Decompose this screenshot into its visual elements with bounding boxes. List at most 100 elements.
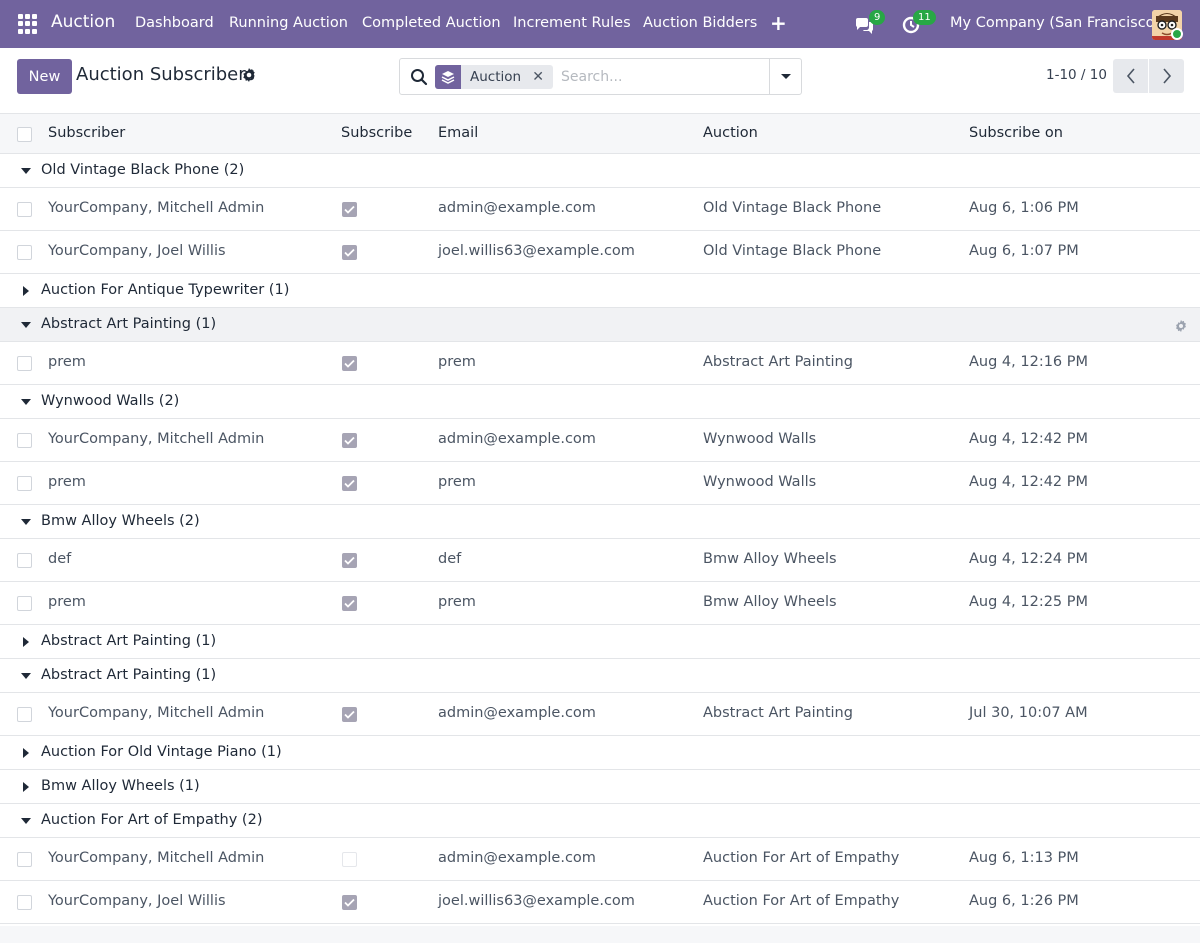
subscribe-checkbox-checked[interactable] bbox=[342, 895, 357, 910]
group-row[interactable]: Auction For Art of Empathy (2) bbox=[0, 804, 1200, 838]
row-select-checkbox[interactable] bbox=[17, 356, 32, 371]
facet-label: Auction bbox=[470, 69, 522, 85]
caret-right-icon bbox=[23, 637, 29, 647]
subscribe-on-cell: Aug 6, 1:07 PM bbox=[969, 243, 1079, 259]
subscribe-checkbox-unchecked[interactable] bbox=[342, 852, 357, 867]
row-select-checkbox[interactable] bbox=[17, 895, 32, 910]
caret-down-icon bbox=[21, 322, 31, 328]
app-grid-icon[interactable] bbox=[18, 14, 38, 34]
subscribe-checkbox-checked[interactable] bbox=[342, 356, 357, 371]
gear-icon[interactable] bbox=[1174, 318, 1188, 333]
table-row[interactable]: prem prem Abstract Art Painting Aug 4, 12:1… bbox=[0, 342, 1200, 385]
row-select-checkbox[interactable] bbox=[17, 707, 32, 722]
gear-icon[interactable] bbox=[241, 67, 257, 83]
activities-badge: 11 bbox=[913, 10, 936, 25]
caret-down-icon bbox=[21, 818, 31, 824]
column-subscriber[interactable]: Subscriber bbox=[48, 125, 125, 141]
column-subscribe[interactable]: Subscribe bbox=[341, 125, 412, 141]
auction-cell: Wynwood Walls bbox=[703, 474, 817, 490]
chevron-right-icon bbox=[1162, 68, 1171, 84]
table-row[interactable]: prem prem Bmw Alloy Wheels Aug 4, 12:25 PM bbox=[0, 582, 1200, 625]
table-row[interactable]: YourCompany, Mitchell Admin admin@example… bbox=[0, 838, 1200, 881]
email-cell: joel.willis63@example.com bbox=[438, 243, 635, 259]
group-row[interactable]: Bmw Alloy Wheels (2) bbox=[0, 505, 1200, 539]
table-row[interactable]: YourCompany, Joel Willis joel.willis63@ex… bbox=[0, 231, 1200, 274]
pager-previous-button[interactable] bbox=[1113, 59, 1148, 93]
check-icon bbox=[344, 556, 355, 565]
auction-cell: Old Vintage Black Phone bbox=[703, 200, 882, 216]
email-cell: admin@example.com bbox=[438, 431, 596, 447]
menu-completed-auction[interactable]: Completed Auction bbox=[362, 15, 501, 31]
group-row[interactable]: Old Vintage Black Phone (2) bbox=[0, 154, 1200, 188]
group-label: Old Vintage Black Phone (2) bbox=[41, 162, 245, 178]
subscriber-cell: YourCompany, Mitchell Admin bbox=[48, 431, 265, 447]
new-button[interactable]: New bbox=[17, 59, 72, 94]
subscribe-checkbox-checked[interactable] bbox=[342, 596, 357, 611]
table-row[interactable]: def def Bmw Alloy Wheels Aug 4, 12:24 PM bbox=[0, 539, 1200, 582]
auction-cell: Old Vintage Black Phone bbox=[703, 243, 882, 259]
table-row[interactable]: prem prem Wynwood Walls Aug 4, 12:42 PM bbox=[0, 462, 1200, 505]
app-brand[interactable]: Auction bbox=[51, 12, 115, 32]
column-auction[interactable]: Auction bbox=[703, 125, 758, 141]
menu-auction-bidders[interactable]: Auction Bidders bbox=[643, 15, 757, 31]
check-icon bbox=[344, 359, 355, 368]
select-all-checkbox[interactable] bbox=[17, 127, 32, 142]
pager-value[interactable]: 1-10 / 10 bbox=[1046, 67, 1107, 83]
email-cell: admin@example.com bbox=[438, 200, 596, 216]
group-row[interactable]: Wynwood Walls (2) bbox=[0, 385, 1200, 419]
search-input[interactable] bbox=[561, 65, 761, 89]
company-switcher[interactable]: My Company (San Francisco) bbox=[950, 15, 1160, 31]
subscribe-checkbox-checked[interactable] bbox=[342, 202, 357, 217]
group-label: Abstract Art Painting (1) bbox=[41, 667, 217, 683]
table-row[interactable]: YourCompany, Mitchell Admin admin@example… bbox=[0, 693, 1200, 736]
group-row[interactable]: Abstract Art Painting (1) bbox=[0, 625, 1200, 659]
subscribe-checkbox-checked[interactable] bbox=[342, 245, 357, 260]
row-select-checkbox[interactable] bbox=[17, 596, 32, 611]
table-row[interactable]: YourCompany, Mitchell Admin admin@example… bbox=[0, 419, 1200, 462]
search-bar: Auction ✕ bbox=[399, 58, 802, 95]
subscribe-checkbox-checked[interactable] bbox=[342, 707, 357, 722]
email-cell: admin@example.com bbox=[438, 705, 596, 721]
group-row[interactable]: Auction For Old Vintage Piano (1) bbox=[0, 736, 1200, 770]
search-icon[interactable] bbox=[410, 68, 428, 86]
group-row[interactable]: Bmw Alloy Wheels (1) bbox=[0, 770, 1200, 804]
row-select-checkbox[interactable] bbox=[17, 852, 32, 867]
subscriber-cell: prem bbox=[48, 354, 86, 370]
chevron-left-icon bbox=[1126, 68, 1135, 84]
row-select-checkbox[interactable] bbox=[17, 553, 32, 568]
group-row[interactable]: Abstract Art Painting (1) bbox=[0, 659, 1200, 693]
subscriber-cell: YourCompany, Joel Willis bbox=[48, 243, 226, 259]
caret-right-icon bbox=[23, 286, 29, 296]
group-label: Abstract Art Painting (1) bbox=[41, 633, 217, 649]
messages-badge: 9 bbox=[869, 10, 886, 25]
auction-cell: Abstract Art Painting bbox=[703, 354, 853, 370]
subscribe-checkbox-checked[interactable] bbox=[342, 433, 357, 448]
group-row[interactable]: Auction For Antique Typewriter (1) bbox=[0, 274, 1200, 308]
subscribe-checkbox-checked[interactable] bbox=[342, 476, 357, 491]
row-select-checkbox[interactable] bbox=[17, 476, 32, 491]
caret-down-icon bbox=[21, 399, 31, 405]
group-label: Bmw Alloy Wheels (2) bbox=[41, 513, 200, 529]
group-label: Abstract Art Painting (1) bbox=[41, 316, 217, 332]
subscribe-checkbox-checked[interactable] bbox=[342, 553, 357, 568]
plus-icon[interactable]: + bbox=[770, 13, 787, 33]
row-select-checkbox[interactable] bbox=[17, 245, 32, 260]
subscribe-on-cell: Aug 4, 12:42 PM bbox=[969, 474, 1089, 490]
email-cell: admin@example.com bbox=[438, 850, 596, 866]
search-options-toggle[interactable] bbox=[769, 59, 801, 94]
row-select-checkbox[interactable] bbox=[17, 202, 32, 217]
column-subscribe-on[interactable]: Subscribe on bbox=[969, 125, 1063, 141]
menu-increment-rules[interactable]: Increment Rules bbox=[513, 15, 631, 31]
group-label: Auction For Old Vintage Piano (1) bbox=[41, 744, 282, 760]
table-row[interactable]: YourCompany, Joel Willis joel.willis63@ex… bbox=[0, 881, 1200, 924]
menu-running-auction[interactable]: Running Auction bbox=[229, 15, 348, 31]
group-label: Bmw Alloy Wheels (1) bbox=[41, 778, 200, 794]
close-icon[interactable]: ✕ bbox=[532, 69, 544, 85]
pager-next-button[interactable] bbox=[1149, 59, 1184, 93]
table-row[interactable]: YourCompany, Mitchell Admin admin@example… bbox=[0, 188, 1200, 231]
group-label: Wynwood Walls (2) bbox=[41, 393, 180, 409]
column-email[interactable]: Email bbox=[438, 125, 478, 141]
row-select-checkbox[interactable] bbox=[17, 433, 32, 448]
group-row[interactable]: Abstract Art Painting (1) bbox=[0, 308, 1200, 342]
menu-dashboard[interactable]: Dashboard bbox=[135, 15, 214, 31]
